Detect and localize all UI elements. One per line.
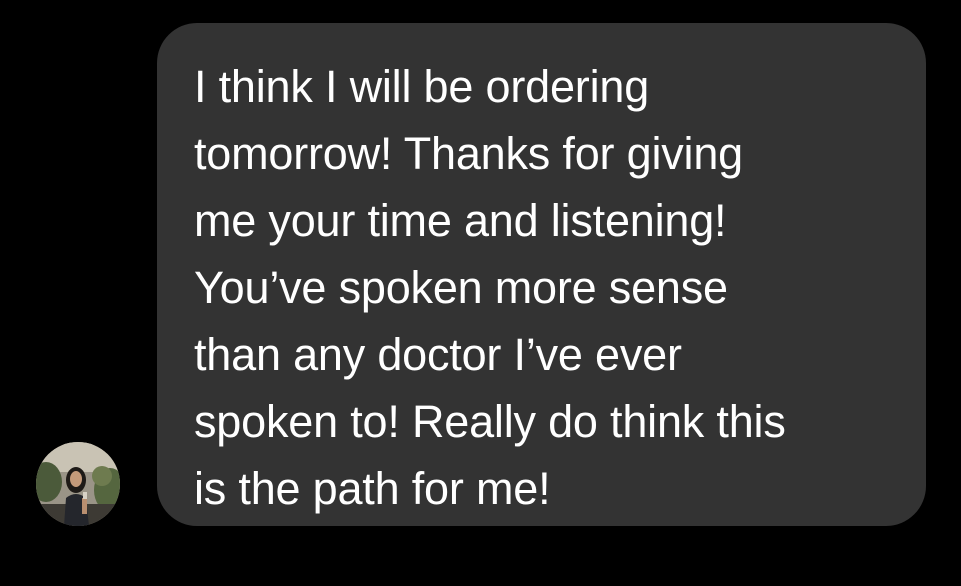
sender-avatar[interactable] — [36, 442, 120, 526]
avatar-photo-icon — [36, 442, 120, 526]
received-message-bubble[interactable]: I think I will be ordering tomorrow! Tha… — [157, 23, 926, 526]
chat-screen: I think I will be ordering tomorrow! Tha… — [0, 0, 961, 586]
message-text: I think I will be ordering tomorrow! Tha… — [194, 61, 786, 514]
